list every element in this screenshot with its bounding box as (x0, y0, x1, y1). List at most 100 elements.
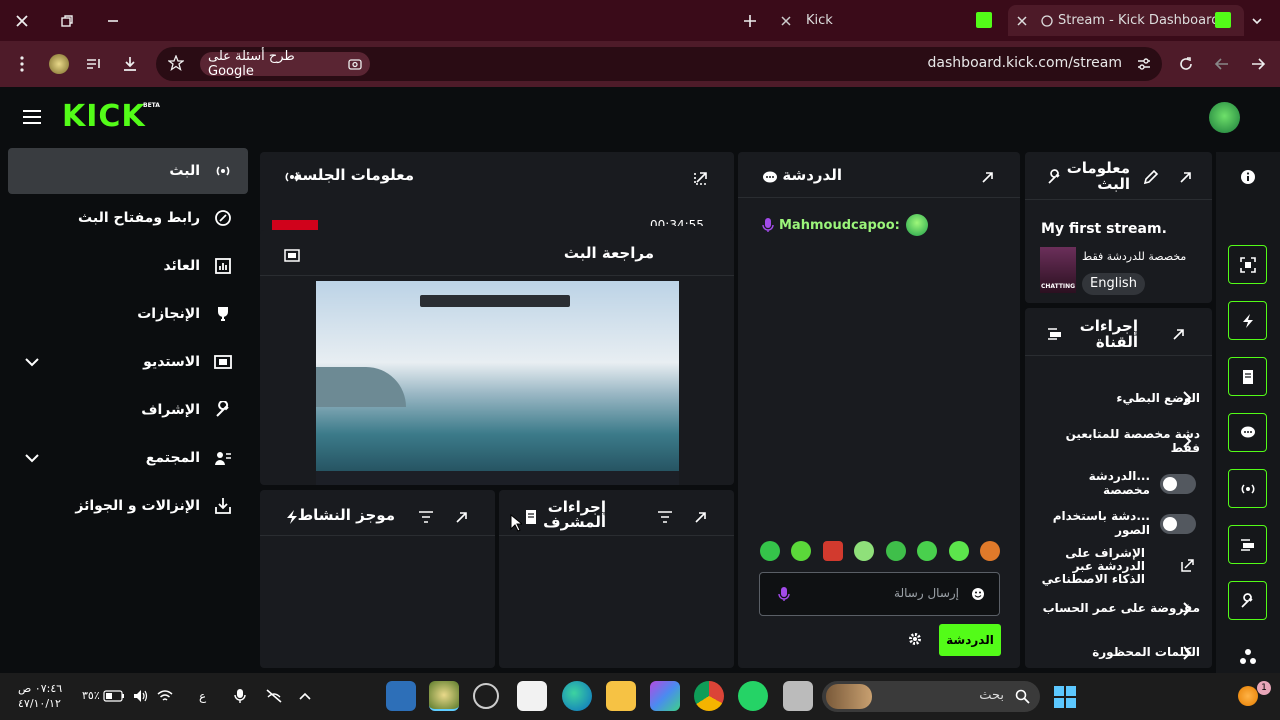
kick-logo[interactable]: KICK (62, 101, 146, 133)
volume-icon[interactable] (133, 689, 149, 703)
send-chat-button[interactable]: الدردشة (939, 624, 1001, 656)
subscriber-chat-item: ...الدردشة مخصصة (1040, 469, 1150, 497)
tab-stream-dashboard[interactable]: Stream - Kick Dashboard (1008, 5, 1244, 36)
tab-kick[interactable]: Kick (772, 5, 1000, 36)
emote-8[interactable] (979, 541, 1000, 561)
session-duration: 00:34:55 (650, 218, 704, 226)
emote-2[interactable] (791, 541, 812, 561)
toolbar-stream-info-button[interactable] (1228, 581, 1267, 620)
toolbar-session-button[interactable] (1228, 469, 1267, 508)
toolbar-capture-button[interactable] (1228, 245, 1267, 284)
hamburger-menu-button[interactable] (22, 109, 42, 125)
emote-only-toggle[interactable] (1160, 514, 1196, 534)
taskbar-store[interactable] (517, 681, 547, 711)
account-age-item[interactable]: مفروضة على عمر الحساب (1040, 594, 1200, 622)
taskbar-whatsapp[interactable] (738, 681, 768, 711)
windows-start-icon[interactable] (1053, 685, 1077, 709)
menu-button[interactable] (9, 51, 35, 77)
wifi-icon[interactable] (157, 689, 173, 703)
slow-mode-item[interactable]: الوضع البطيء (1040, 384, 1200, 412)
back-button[interactable] (1245, 51, 1271, 77)
session-info-panel: معلومات الجلسة 00:34:55 (260, 152, 734, 242)
emote-6[interactable] (917, 541, 938, 561)
stream-video-preview[interactable] (316, 281, 679, 485)
category-name[interactable]: مخصصة للدردشة فقط (1082, 250, 1186, 263)
microphone-icon[interactable] (234, 688, 246, 704)
category-thumbnail[interactable]: CHATTING (1040, 247, 1076, 293)
chevron-up-icon[interactable] (299, 691, 311, 701)
notification-icon[interactable] (1238, 686, 1258, 706)
subscriber-chat-toggle[interactable] (1160, 474, 1196, 494)
toolbar-channel-actions-button[interactable] (1228, 525, 1267, 564)
sidebar-item-label: العائد (163, 258, 200, 274)
search-highlight-image (826, 684, 872, 709)
chat-username[interactable]: Mahmoudcapoo: (779, 218, 900, 233)
mic-off-icon[interactable] (265, 688, 283, 704)
clock[interactable]: ٠٧:٤٦ ص ٤٧/١٠/١٢ (18, 681, 62, 711)
studio-icon (284, 249, 300, 262)
microphone-badge-icon (762, 218, 774, 232)
external-link-icon[interactable] (1181, 559, 1194, 572)
forward-button[interactable] (1209, 51, 1235, 77)
ask-google-chip[interactable]: طرح أسئلة على Google (200, 49, 370, 79)
minimize-window-button[interactable] (100, 8, 126, 34)
taskbar-explorer[interactable] (606, 681, 636, 711)
user-avatar[interactable] (1209, 102, 1240, 133)
close-window-button[interactable] (9, 8, 35, 34)
toolbar-modlog-button[interactable] (1228, 357, 1267, 396)
bookmark-star-icon[interactable] (168, 55, 184, 71)
followers-only-item[interactable]: دشة مخصصة للمتابعين فقط (1040, 427, 1200, 455)
beta-badge: BETA (143, 102, 160, 109)
input-language[interactable]: ع (199, 689, 206, 703)
sidebar-item-stream-key[interactable]: رابط ومفتاح البث (8, 195, 248, 241)
chat-input[interactable]: إرسال رسالة (759, 572, 1000, 616)
action-label: ...دشة باستخدام الصور (1052, 509, 1150, 537)
reading-list-button[interactable] (81, 51, 107, 77)
emote-4[interactable] (854, 541, 875, 561)
taskbar-m365[interactable] (650, 681, 680, 711)
taskbar-app-10[interactable] (783, 681, 813, 711)
battery-status[interactable]: ٣٥٪ (82, 689, 125, 702)
toolbar-activity-button[interactable] (1228, 301, 1267, 340)
sidebar-item-achievements[interactable]: الإنجازات (8, 291, 248, 337)
chevron-right-icon[interactable] (1181, 433, 1193, 449)
sidebar-item-drops[interactable]: الإنزالات و الجوائز (8, 483, 248, 529)
clock-time: ٠٧:٤٦ ص (18, 682, 63, 695)
emote-1[interactable] (760, 541, 780, 561)
extension-avatar[interactable] (46, 51, 72, 77)
sidebar-item-revenue[interactable]: العائد (8, 243, 248, 289)
site-info-icon[interactable] (1136, 56, 1152, 72)
chevron-right-icon[interactable] (1181, 390, 1193, 406)
emote-7[interactable] (948, 541, 969, 561)
toolbar-chat-button[interactable] (1228, 413, 1267, 452)
tab-search-button[interactable] (1244, 8, 1270, 34)
download-icon (124, 57, 136, 71)
gear-icon[interactable] (908, 632, 922, 646)
restore-window-button[interactable] (54, 8, 80, 34)
taskbar-app-3[interactable] (473, 683, 499, 709)
sidebar-item-label: المجتمع (145, 450, 200, 466)
downloads-button[interactable] (117, 51, 143, 77)
sidebar-item-studio[interactable]: الاستديو (8, 339, 248, 385)
sidebar-item-community[interactable]: المجتمع (8, 435, 248, 481)
ai-moderation-item[interactable]: الإشراف على الدردشة عبر الذكاء الاصطناعي (1040, 546, 1145, 585)
taskbar-search[interactable]: بحث (822, 681, 1040, 712)
activity-feed-panel: موجز النشاط (260, 490, 495, 668)
emote-5[interactable] (885, 541, 906, 561)
sidebar-item-moderation[interactable]: الإشراف (8, 387, 248, 433)
banned-words-item[interactable]: الكلمات المحظورة (1040, 638, 1200, 666)
action-label: دشة مخصصة للمتابعين فقط (1065, 427, 1200, 455)
chevron-right-icon[interactable] (1181, 601, 1193, 617)
new-tab-button[interactable] (737, 8, 763, 34)
address-bar[interactable]: طرح أسئلة على Google dashboard.kick.com/… (156, 47, 1162, 81)
apps-icon[interactable] (1239, 648, 1257, 666)
chevron-right-icon[interactable] (1181, 645, 1193, 661)
reload-button[interactable] (1173, 51, 1199, 77)
sidebar-item-stream[interactable]: البث (8, 148, 248, 194)
emote-3[interactable] (822, 541, 843, 561)
taskbar-edge[interactable] (562, 681, 592, 711)
info-icon[interactable] (1240, 169, 1256, 185)
taskbar-app-2[interactable] (429, 681, 459, 711)
taskbar-chrome[interactable] (694, 681, 724, 711)
taskbar-app-1[interactable] (386, 681, 416, 711)
